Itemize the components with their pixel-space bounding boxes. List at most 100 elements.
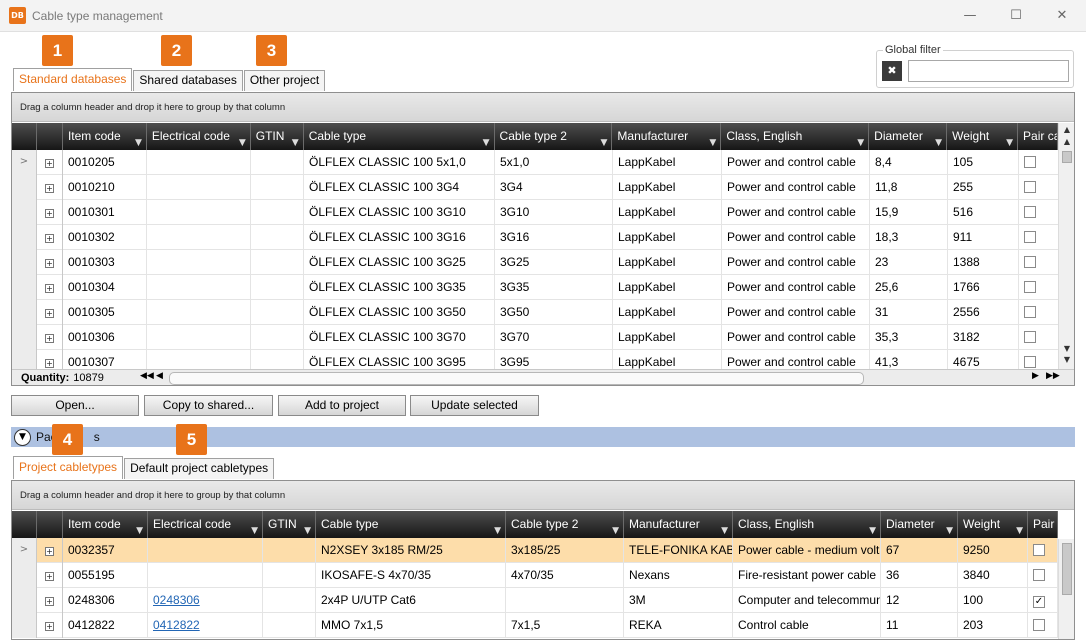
funnel-icon[interactable]: ▼ <box>1016 518 1023 538</box>
row-header[interactable] <box>12 225 37 250</box>
pair-cable-checkbox[interactable] <box>1024 156 1036 168</box>
vertical-scrollbar[interactable] <box>1058 539 1074 639</box>
funnel-icon[interactable]: ▼ <box>251 518 258 538</box>
table-row[interactable]: +0010210 ÖLFLEX CLASSIC 100 3G4 3G4 LappKab… <box>12 175 1059 200</box>
pair-cable-checkbox[interactable] <box>1024 181 1036 193</box>
funnel-icon[interactable]: ▼ <box>483 130 490 150</box>
vertical-scrollbar[interactable]: ▲ ▲ ▼ ▼ <box>1058 123 1074 369</box>
expand-row-cell[interactable]: + <box>37 225 63 250</box>
tab-default-project-cabletypes[interactable]: Default project cabletypes <box>124 458 275 479</box>
expand-row-cell[interactable]: + <box>37 250 63 275</box>
scroll-top-icon[interactable]: ▲ <box>1059 125 1074 134</box>
funnel-icon[interactable]: ▼ <box>869 518 876 538</box>
plus-box-icon[interactable]: + <box>45 234 54 243</box>
expand-row-cell[interactable]: + <box>37 175 63 200</box>
table-row[interactable]: > +0010205 ÖLFLEX CLASSIC 100 5x1,0 5x1,0 La… <box>12 150 1059 175</box>
packages-panel-bar[interactable] <box>11 427 1075 447</box>
funnel-icon[interactable]: ▼ <box>494 518 501 538</box>
funnel-icon[interactable]: ▼ <box>304 518 311 538</box>
column-header-pair-cable[interactable]: Pair cable <box>1028 511 1058 538</box>
cell-value[interactable]: 0248306 <box>153 593 200 607</box>
expand-row-cell[interactable]: + <box>37 275 63 300</box>
scrollbar-thumb[interactable] <box>1062 151 1072 163</box>
column-header-electrical-code[interactable]: Electrical code ▼ <box>147 123 251 150</box>
open-button[interactable]: Open... <box>11 395 139 416</box>
plus-box-icon[interactable]: + <box>45 359 54 368</box>
column-header-manufacturer[interactable]: Manufacturer ▼ <box>612 123 722 150</box>
funnel-icon[interactable]: ▼ <box>135 130 142 150</box>
plus-box-icon[interactable]: + <box>45 572 54 581</box>
funnel-icon[interactable]: ▼ <box>292 130 299 150</box>
row-header[interactable] <box>12 300 37 325</box>
chevron-right-icon[interactable]: > <box>12 538 37 563</box>
scroll-left-icon[interactable]: ◀ <box>156 371 163 381</box>
column-header-weight[interactable]: Weight ▼ <box>947 123 1019 150</box>
column-header-diameter[interactable]: Diameter ▼ <box>881 511 958 538</box>
scrollbar-thumb[interactable] <box>1062 543 1072 595</box>
clear-filter-icon[interactable]: ✖ <box>882 61 902 81</box>
row-header[interactable] <box>12 588 37 613</box>
scroll-left-end-icon[interactable]: ◀◀ <box>140 371 154 381</box>
plus-box-icon[interactable]: + <box>45 547 54 556</box>
expand-row-cell[interactable]: + <box>37 563 63 588</box>
column-header-cable-type-2[interactable]: Cable type 2 ▼ <box>495 123 613 150</box>
pair-cable-checkbox[interactable] <box>1024 231 1036 243</box>
funnel-icon[interactable]: ▼ <box>709 130 716 150</box>
copy-to-shared-button[interactable]: Copy to shared... <box>144 395 273 416</box>
plus-box-icon[interactable]: + <box>45 209 54 218</box>
funnel-icon[interactable]: ▼ <box>612 518 619 538</box>
column-header-item-code[interactable]: Item code ▼ <box>63 511 148 538</box>
table-row[interactable]: +0248306 0248306 2x4P U/UTP Cat6 3M Computer… <box>12 588 1058 613</box>
column-header-cable-type-2[interactable]: Cable type 2 ▼ <box>506 511 624 538</box>
row-header[interactable] <box>12 200 37 225</box>
tab-project-cabletypes[interactable]: Project cabletypes <box>13 456 124 479</box>
expand-row-cell[interactable]: + <box>37 588 63 613</box>
pair-cable-checkbox[interactable] <box>1024 356 1036 368</box>
tab-standard-databases[interactable]: Standard databases <box>13 68 133 91</box>
plus-box-icon[interactable]: + <box>45 284 54 293</box>
funnel-icon[interactable]: ▼ <box>935 130 942 150</box>
table-row[interactable]: +0412822 0412822 MMO 7x1,5 7x1,5 REKA Control… <box>12 613 1058 638</box>
plus-box-icon[interactable]: + <box>45 184 54 193</box>
plus-box-icon[interactable]: + <box>45 622 54 631</box>
global-filter-input[interactable] <box>908 60 1069 82</box>
scroll-right-end-icon[interactable]: ▶▶ <box>1046 371 1060 381</box>
column-header-weight[interactable]: Weight ▼ <box>958 511 1028 538</box>
row-header[interactable] <box>12 250 37 275</box>
table-row[interactable]: +0010304 ÖLFLEX CLASSIC 100 3G35 3G35 LappK… <box>12 275 1059 300</box>
column-header-gtin[interactable]: GTIN ▼ <box>263 511 316 538</box>
column-header-electrical-code[interactable]: Electrical code ▼ <box>148 511 263 538</box>
scroll-right-icon[interactable]: ▶ <box>1032 371 1039 381</box>
table-row[interactable]: +0010306 ÖLFLEX CLASSIC 100 3G70 3G70 LappK… <box>12 325 1059 350</box>
group-by-area[interactable]: Drag a column header and drop it here to… <box>12 481 1074 510</box>
row-header[interactable] <box>12 613 37 638</box>
column-header-cable-type[interactable]: Cable type ▼ <box>304 123 495 150</box>
group-by-area[interactable]: Drag a column header and drop it here to… <box>12 93 1074 122</box>
funnel-icon[interactable]: ▼ <box>1006 130 1013 150</box>
table-row[interactable]: +0010301 ÖLFLEX CLASSIC 100 3G10 3G10 LappK… <box>12 200 1059 225</box>
pair-cable-checkbox[interactable] <box>1033 569 1045 581</box>
expand-row-cell[interactable]: + <box>37 613 63 638</box>
funnel-icon[interactable]: ▼ <box>601 130 608 150</box>
pair-cable-checkbox[interactable] <box>1024 256 1036 268</box>
chevron-down-icon[interactable]: ▼ <box>14 429 31 446</box>
expand-row-cell[interactable]: + <box>37 150 63 175</box>
column-header-manufacturer[interactable]: Manufacturer ▼ <box>624 511 733 538</box>
horizontal-scrollbar[interactable] <box>169 372 864 385</box>
row-header[interactable] <box>12 175 37 200</box>
expand-row-cell[interactable]: + <box>37 200 63 225</box>
plus-box-icon[interactable]: + <box>45 159 54 168</box>
cell-value[interactable]: 0412822 <box>153 618 200 632</box>
scroll-bottom-icon[interactable]: ▼ <box>1059 355 1074 364</box>
column-header-cable-type[interactable]: Cable type ▼ <box>316 511 506 538</box>
close-button[interactable]: ✕ <box>1050 6 1074 26</box>
plus-box-icon[interactable]: + <box>45 309 54 318</box>
funnel-icon[interactable]: ▼ <box>239 130 246 150</box>
add-to-project-button[interactable]: Add to project <box>278 395 406 416</box>
pair-cable-checkbox[interactable] <box>1024 306 1036 318</box>
funnel-icon[interactable]: ▼ <box>136 518 143 538</box>
table-row[interactable]: +0010305 ÖLFLEX CLASSIC 100 3G50 3G50 LappK… <box>12 300 1059 325</box>
scroll-up-icon[interactable]: ▲ <box>1059 137 1074 146</box>
table-row[interactable]: > +0032357 N2XSEY 3x185 RM/25 3x185/25 TELE-… <box>12 538 1058 563</box>
column-header-diameter[interactable]: Diameter ▼ <box>869 123 948 150</box>
